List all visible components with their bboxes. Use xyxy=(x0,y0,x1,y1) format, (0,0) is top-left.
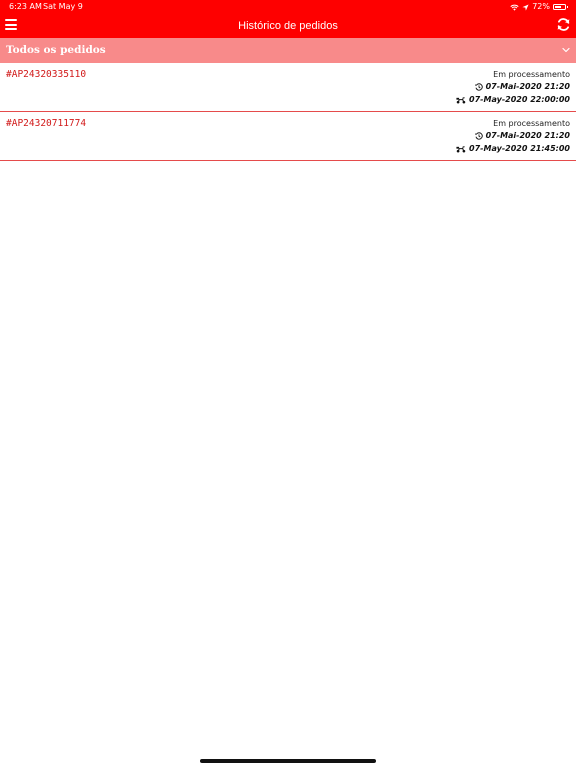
order-details: Em processamento 07-Mai-2020 21:20 07-Ma… xyxy=(456,69,570,106)
order-status: Em processamento xyxy=(493,119,570,128)
page-title: Histórico de pedidos xyxy=(238,20,338,32)
order-time-line: 07-Mai-2020 21:20 xyxy=(456,81,570,93)
wifi-icon xyxy=(510,4,519,11)
order-time: 07-Mai-2020 21:20 xyxy=(485,82,570,91)
refresh-icon[interactable] xyxy=(556,17,571,32)
home-indicator[interactable] xyxy=(200,759,376,763)
delivery-time: 07-May-2020 21:45:00 xyxy=(469,144,570,153)
status-indicators: 72% xyxy=(510,0,568,14)
delivery-time: 07-May-2020 22:00:00 xyxy=(469,95,570,104)
clock-history-icon xyxy=(474,132,483,140)
delivery-time-line: 07-May-2020 22:00:00 xyxy=(456,94,570,106)
delivery-time-line: 07-May-2020 21:45:00 xyxy=(456,143,570,155)
delivery-scooter-icon xyxy=(456,145,466,152)
status-time: 6:23 AM xyxy=(9,2,42,11)
order-id: #AP24320711774 xyxy=(6,118,87,129)
battery-level-fill xyxy=(555,6,562,8)
filter-selected-label: Todos os pedidos xyxy=(6,44,106,56)
order-time-line: 07-Mai-2020 21:20 xyxy=(456,130,570,142)
order-status: Em processamento xyxy=(493,70,570,79)
battery-percent: 72% xyxy=(532,2,550,11)
delivery-scooter-icon xyxy=(456,96,466,103)
status-bar: 6:23 AM Sat May 9 72% xyxy=(0,0,576,14)
status-date: Sat May 9 xyxy=(43,2,83,11)
order-filter-dropdown[interactable]: Todos os pedidos xyxy=(0,38,576,63)
clock-history-icon xyxy=(474,83,483,91)
location-icon xyxy=(522,3,529,11)
order-row[interactable]: #AP24320335110 Em processamento 07-Mai-2… xyxy=(0,63,576,112)
order-time: 07-Mai-2020 21:20 xyxy=(485,131,570,140)
chevron-down-icon xyxy=(562,47,570,53)
order-list: #AP24320335110 Em processamento 07-Mai-2… xyxy=(0,63,576,161)
order-details: Em processamento 07-Mai-2020 21:20 07-Ma… xyxy=(456,118,570,155)
order-row[interactable]: #AP24320711774 Em processamento 07-Mai-2… xyxy=(0,112,576,161)
top-bar: 6:23 AM Sat May 9 72% Histórico de pedid… xyxy=(0,0,576,38)
order-id: #AP24320335110 xyxy=(6,69,87,80)
battery-icon xyxy=(553,4,568,10)
